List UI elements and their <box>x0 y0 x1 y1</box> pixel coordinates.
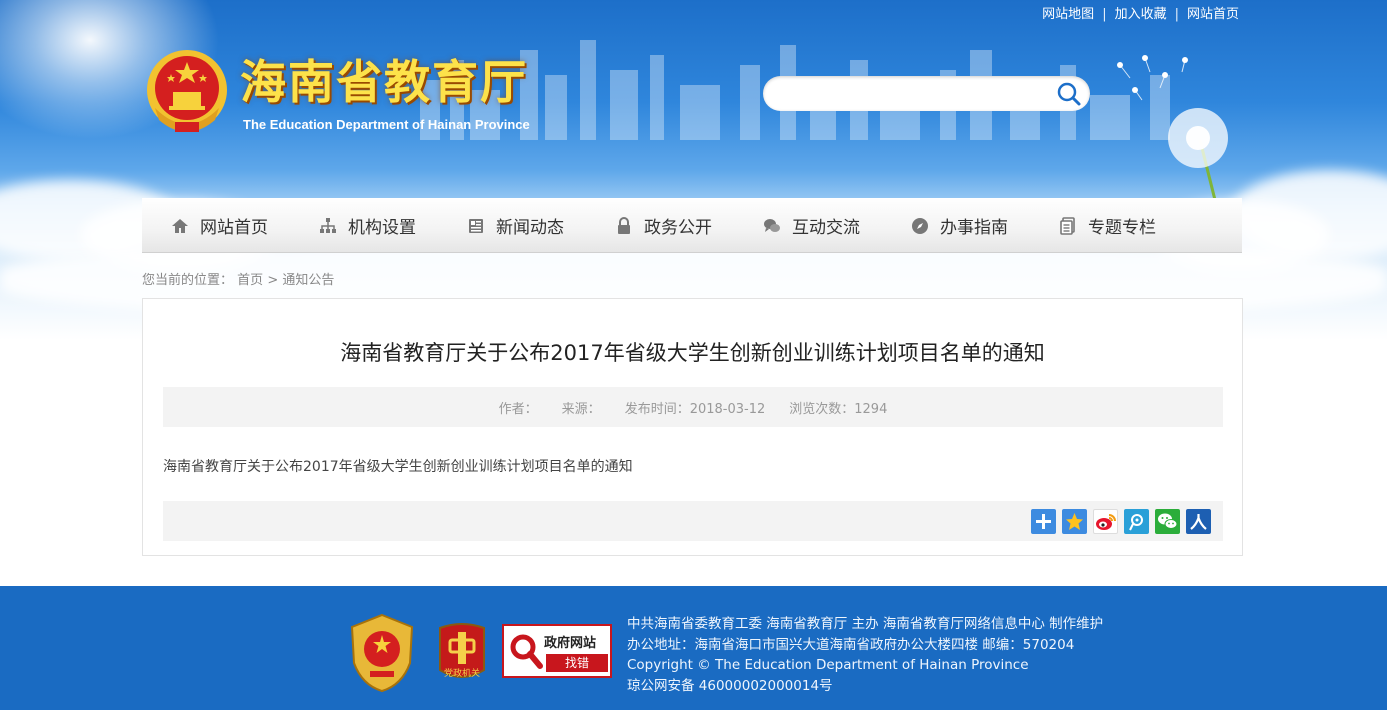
gov-site-error-report-button[interactable]: 政府网站 找错 <box>502 624 612 678</box>
tencent-weibo-icon[interactable] <box>1124 509 1149 534</box>
site-title: 海南省教育厅 <box>240 55 528 109</box>
breadcrumb-separator: > <box>267 273 279 288</box>
article-source: 来源： <box>561 401 601 417</box>
document-icon <box>1058 216 1078 236</box>
nav-label: 新闻动态 <box>496 218 564 238</box>
police-badge-icon[interactable] <box>346 613 418 693</box>
site-subtitle: The Education Department of Hainan Provi… <box>243 117 530 132</box>
nav-label: 互动交流 <box>792 218 860 238</box>
breadcrumb-current[interactable]: 通知公告 <box>282 273 334 288</box>
news-icon <box>466 216 486 236</box>
article-publish-time: 发布时间：2018-03-12 <box>624 401 766 417</box>
qzone-icon[interactable] <box>1062 509 1087 534</box>
nav-label: 政务公开 <box>644 218 712 238</box>
article-title: 海南省教育厅关于公布2017年省级大学生创新创业训练计划项目名单的通知 <box>340 341 1045 365</box>
nav-label: 专题专栏 <box>1088 218 1156 238</box>
nav-label: 机构设置 <box>348 218 416 238</box>
nav-item-news[interactable]: 新闻动态 <box>438 198 586 253</box>
nav-item-special[interactable]: 专题专栏 <box>1030 198 1178 253</box>
gov-badge-title: 政府网站 <box>544 636 597 651</box>
svg-text:党政机关: 党政机关 <box>444 667 480 679</box>
gov-badge-label: 找错 <box>546 654 608 672</box>
footer-sponsor: 中共海南省委教育工委 海南省教育厅 主办 海南省教育厅网络信息中心 制作维护 <box>627 616 1104 632</box>
article-meta: 作者： 来源： 发布时间：2018-03-12 浏览次数：1294 <box>163 387 1223 427</box>
renren-icon[interactable] <box>1186 509 1211 534</box>
dandelion-decoration <box>1117 55 1228 200</box>
breadcrumb: 您当前的位置： 首页 > 通知公告 <box>142 269 334 288</box>
article-body: 海南省教育厅关于公布2017年省级大学生创新创业训练计划项目名单的通知 <box>163 459 633 475</box>
nav-item-public-affairs[interactable]: 政务公开 <box>586 198 734 253</box>
nav-label: 网站首页 <box>200 218 268 238</box>
search-box <box>763 76 1090 111</box>
party-organ-badge[interactable]: 党政机关 <box>436 622 488 684</box>
article-panel: 海南省教育厅关于公布2017年省级大学生创新创业训练计划项目名单的通知 作者： … <box>142 298 1243 556</box>
lock-icon <box>614 216 634 236</box>
footer-icp[interactable]: 琼公网安备 46000002000014号 <box>627 676 1103 697</box>
breadcrumb-prefix: 您当前的位置： <box>142 273 234 288</box>
party-organ-icon: 党政机关 <box>439 623 485 679</box>
home-icon <box>170 216 190 236</box>
search-icon[interactable] <box>1056 81 1082 107</box>
article-views: 浏览次数：1294 <box>789 401 888 417</box>
share-bar <box>163 501 1223 541</box>
nav-item-guide[interactable]: 办事指南 <box>882 198 1030 253</box>
magnifier-icon <box>510 634 543 669</box>
org-chart-icon <box>318 216 338 236</box>
breadcrumb-home[interactable]: 首页 <box>237 273 263 288</box>
add-favorite-link[interactable]: 加入收藏 <box>1115 7 1167 22</box>
footer: 党政机关 政府网站 找错 中共海南省委教育工委 海南省教育厅 主办 海南省教育厅… <box>0 586 1387 710</box>
article-author: 作者： <box>498 401 538 417</box>
national-emblem-icon[interactable] <box>145 48 229 136</box>
weibo-icon[interactable] <box>1093 509 1118 534</box>
search-input[interactable] <box>779 82 1049 106</box>
share-more-icon[interactable] <box>1031 509 1056 534</box>
nav-item-interaction[interactable]: 互动交流 <box>734 198 882 253</box>
footer-info: 中共海南省委教育工委 海南省教育厅 主办 海南省教育厅网络信息中心 制作维护 办… <box>627 614 1103 696</box>
footer-copyright: Copyright © The Education Department of … <box>627 657 1029 673</box>
site-home-link[interactable]: 网站首页 <box>1187 7 1239 22</box>
wechat-icon[interactable] <box>1155 509 1180 534</box>
site-map-link[interactable]: 网站地图 <box>1042 7 1094 22</box>
share-icons <box>1025 509 1211 534</box>
nav-item-org[interactable]: 机构设置 <box>290 198 438 253</box>
nav-item-home[interactable]: 网站首页 <box>142 198 290 253</box>
top-links: 网站地图 | 加入收藏 | 网站首页 <box>1042 7 1239 22</box>
main-nav: 网站首页 机构设置 新闻动态 政务公开 互动交流 办事指南 专题专栏 <box>142 198 1242 253</box>
compass-icon <box>910 216 930 236</box>
footer-address: 办公地址：海南省海口市国兴大道海南省政府办公大楼四楼 邮编：570204 <box>627 636 1075 653</box>
nav-label: 办事指南 <box>940 218 1008 238</box>
chat-icon <box>762 216 782 236</box>
